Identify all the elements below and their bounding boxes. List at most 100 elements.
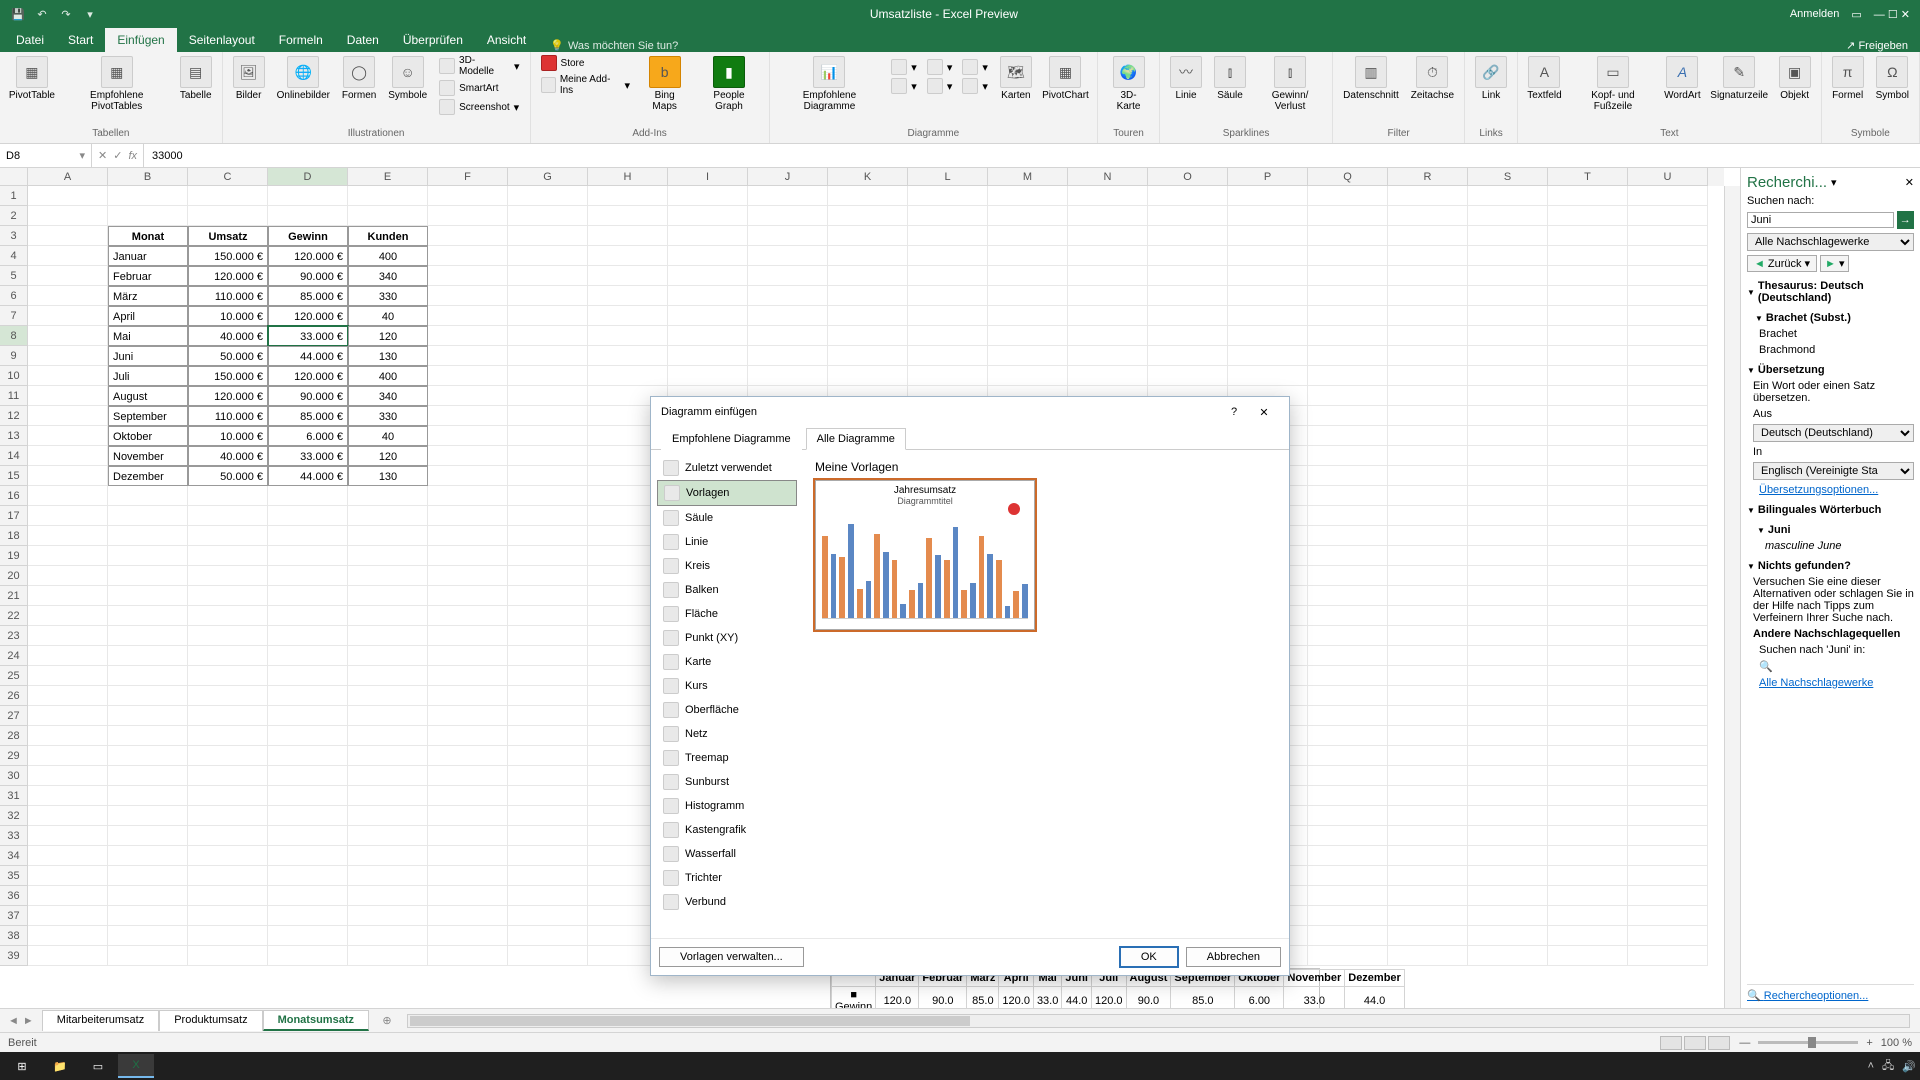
- ribbon-tab-einfügen[interactable]: Einfügen: [105, 28, 176, 52]
- zoom-slider[interactable]: [1758, 1041, 1858, 1044]
- online-pictures-button[interactable]: 🌐Onlinebilder: [273, 54, 334, 103]
- chart-category-sunburst[interactable]: Sunburst: [657, 770, 797, 794]
- chart-category-oberfl-che[interactable]: Oberfläche: [657, 698, 797, 722]
- other-search-icon[interactable]: 🔍: [1747, 660, 1914, 673]
- research-forward-button[interactable]: ►▾: [1820, 255, 1849, 272]
- zoom-out-icon[interactable]: —: [1739, 1037, 1750, 1049]
- sparkline-line-button[interactable]: 〰Linie: [1166, 54, 1206, 103]
- maps-button[interactable]: 🗺Karten: [996, 54, 1036, 103]
- chart-category-histogramm[interactable]: Histogramm: [657, 794, 797, 818]
- horizontal-scrollbar[interactable]: [407, 1014, 1910, 1028]
- dialog-ok-button[interactable]: OK: [1120, 947, 1178, 967]
- store-button[interactable]: Store: [537, 54, 634, 72]
- formula-input[interactable]: 33000: [144, 144, 1920, 167]
- juni-heading[interactable]: ▼Juni: [1747, 524, 1914, 536]
- research-back-button[interactable]: ◄Zurück▾: [1747, 255, 1817, 272]
- symbol-button[interactable]: ΩSymbol: [1872, 54, 1913, 103]
- redo-icon[interactable]: ↷: [58, 6, 74, 22]
- chart-category-netz[interactable]: Netz: [657, 722, 797, 746]
- pictures-button[interactable]: 🖼Bilder: [229, 54, 269, 103]
- people-graph-button[interactable]: ▮People Graph: [695, 54, 762, 114]
- task-view-icon[interactable]: ▭: [80, 1054, 116, 1078]
- chart-category-treemap[interactable]: Treemap: [657, 746, 797, 770]
- row-headers[interactable]: 1234567891011121314151617181920212223242…: [0, 186, 28, 966]
- dialog-help-icon[interactable]: ?: [1219, 406, 1249, 418]
- tray-up-icon[interactable]: ˄: [1868, 1060, 1874, 1072]
- dialog-tab-all[interactable]: Alle Diagramme: [806, 428, 906, 450]
- sheet-nav-first-icon[interactable]: ◄: [8, 1015, 19, 1027]
- tray-network-icon[interactable]: 🖧: [1882, 1057, 1894, 1076]
- table-button[interactable]: ▤Tabelle: [176, 54, 216, 103]
- chart-category-trichter[interactable]: Trichter: [657, 866, 797, 890]
- chart-category-kurs[interactable]: Kurs: [657, 674, 797, 698]
- zoom-in-icon[interactable]: +: [1866, 1037, 1872, 1049]
- ribbon-tab-seitenlayout[interactable]: Seitenlayout: [177, 28, 267, 52]
- icons-button[interactable]: ☺Symbole: [384, 54, 431, 103]
- textbox-button[interactable]: ATextfeld: [1524, 54, 1565, 103]
- sheet-tab-produktumsatz[interactable]: Produktumsatz: [159, 1010, 262, 1031]
- bar-chart-button[interactable]: ▾: [887, 77, 921, 95]
- brachet-item-2[interactable]: Brachmond: [1747, 344, 1914, 356]
- sparkline-winloss-button[interactable]: ⫾Gewinn/ Verlust: [1254, 54, 1326, 114]
- bilingual-section[interactable]: ▼Bilinguales Wörterbuch: [1747, 504, 1914, 516]
- brachet-heading[interactable]: ▼Brachet (Subst.): [1747, 312, 1914, 324]
- smartart-button[interactable]: SmartArt: [435, 79, 523, 97]
- maximize-icon[interactable]: ☐: [1888, 9, 1898, 21]
- name-box[interactable]: D8▾: [0, 144, 92, 167]
- area-chart-button[interactable]: ▾: [923, 77, 957, 95]
- save-icon[interactable]: 💾: [10, 6, 26, 22]
- all-reference-link[interactable]: Alle Nachschlagewerke: [1747, 677, 1914, 689]
- ribbon-tab-ansicht[interactable]: Ansicht: [475, 28, 538, 52]
- chart-category-punkt-xy-[interactable]: Punkt (XY): [657, 626, 797, 650]
- ribbon-tab-daten[interactable]: Daten: [335, 28, 391, 52]
- research-source-select[interactable]: Alle Nachschlagewerke: [1747, 233, 1914, 251]
- pane-close-icon[interactable]: ✕: [1905, 176, 1914, 189]
- not-found-section[interactable]: ▼Nichts gefunden?: [1747, 560, 1914, 572]
- dialog-close-icon[interactable]: ✕: [1249, 406, 1279, 419]
- sheet-tab-mitarbeiterumsatz[interactable]: Mitarbeiterumsatz: [42, 1010, 159, 1031]
- brachet-item-1[interactable]: Brachet: [1747, 328, 1914, 340]
- pane-menu-icon[interactable]: ▾: [1831, 176, 1837, 189]
- add-sheet-button[interactable]: ⊕: [377, 1014, 397, 1027]
- column-chart-button[interactable]: ▾: [887, 58, 921, 76]
- sparkline-column-button[interactable]: ⫾Säule: [1210, 54, 1250, 103]
- 3d-models-button[interactable]: 3D-Modelle ▾: [435, 54, 523, 78]
- research-go-icon[interactable]: →: [1897, 211, 1914, 229]
- ribbon-tab-start[interactable]: Start: [56, 28, 105, 52]
- tray-volume-icon[interactable]: 🔊: [1902, 1060, 1916, 1073]
- research-options-link[interactable]: 🔍 Rechercheoptionen...: [1747, 984, 1914, 1002]
- manage-templates-button[interactable]: Vorlagen verwalten...: [659, 947, 804, 967]
- recommended-charts-button[interactable]: 📊Empfohlene Diagramme: [776, 54, 884, 114]
- ribbon-tab-datei[interactable]: Datei: [4, 28, 56, 52]
- ribbon-tab-formeln[interactable]: Formeln: [267, 28, 335, 52]
- shapes-button[interactable]: ◯Formen: [338, 54, 380, 103]
- chart-category-karte[interactable]: Karte: [657, 650, 797, 674]
- slicer-button[interactable]: ▥Datenschnitt: [1339, 54, 1403, 103]
- pivot-chart-button[interactable]: ▦PivotChart: [1040, 54, 1091, 103]
- timeline-button[interactable]: ⏱Zeitachse: [1407, 54, 1458, 103]
- chart-category-wasserfall[interactable]: Wasserfall: [657, 842, 797, 866]
- to-language-select[interactable]: Englisch (Vereinigte Sta: [1753, 462, 1914, 480]
- chart-category-kastengrafik[interactable]: Kastengrafik: [657, 818, 797, 842]
- 3d-map-button[interactable]: 🌍3D- Karte: [1104, 54, 1153, 114]
- chart-category-linie[interactable]: Linie: [657, 530, 797, 554]
- translation-options-link[interactable]: Übersetzungsoptionen...: [1747, 484, 1914, 496]
- vertical-scrollbar[interactable]: [1724, 186, 1740, 1008]
- research-search-input[interactable]: [1747, 212, 1894, 228]
- dialog-tab-recommended[interactable]: Empfohlene Diagramme: [661, 428, 802, 450]
- equation-button[interactable]: πFormel: [1828, 54, 1868, 103]
- my-addins-button[interactable]: Meine Add-Ins ▾: [537, 73, 634, 97]
- translation-section[interactable]: ▼Übersetzung: [1747, 364, 1914, 376]
- sheet-tab-monatsumsatz[interactable]: Monatsumsatz: [263, 1010, 369, 1031]
- wordart-button[interactable]: AWordArt: [1661, 54, 1704, 103]
- chart-category-zuletzt-verwendet[interactable]: Zuletzt verwendet: [657, 456, 797, 480]
- start-button[interactable]: ⊞: [4, 1054, 40, 1078]
- cancel-formula-icon[interactable]: ✕: [98, 149, 107, 162]
- share-button[interactable]: ↗ Freigeben: [1846, 39, 1908, 52]
- template-thumbnail[interactable]: Jahresumsatz Diagrammtitel: [815, 480, 1035, 630]
- sign-in-link[interactable]: Anmelden: [1790, 8, 1840, 20]
- undo-icon[interactable]: ↶: [34, 6, 50, 22]
- pivot-table-button[interactable]: ▦PivotTable: [6, 54, 58, 103]
- scatter-chart-button[interactable]: ▾: [958, 77, 992, 95]
- chart-category-s-ule[interactable]: Säule: [657, 506, 797, 530]
